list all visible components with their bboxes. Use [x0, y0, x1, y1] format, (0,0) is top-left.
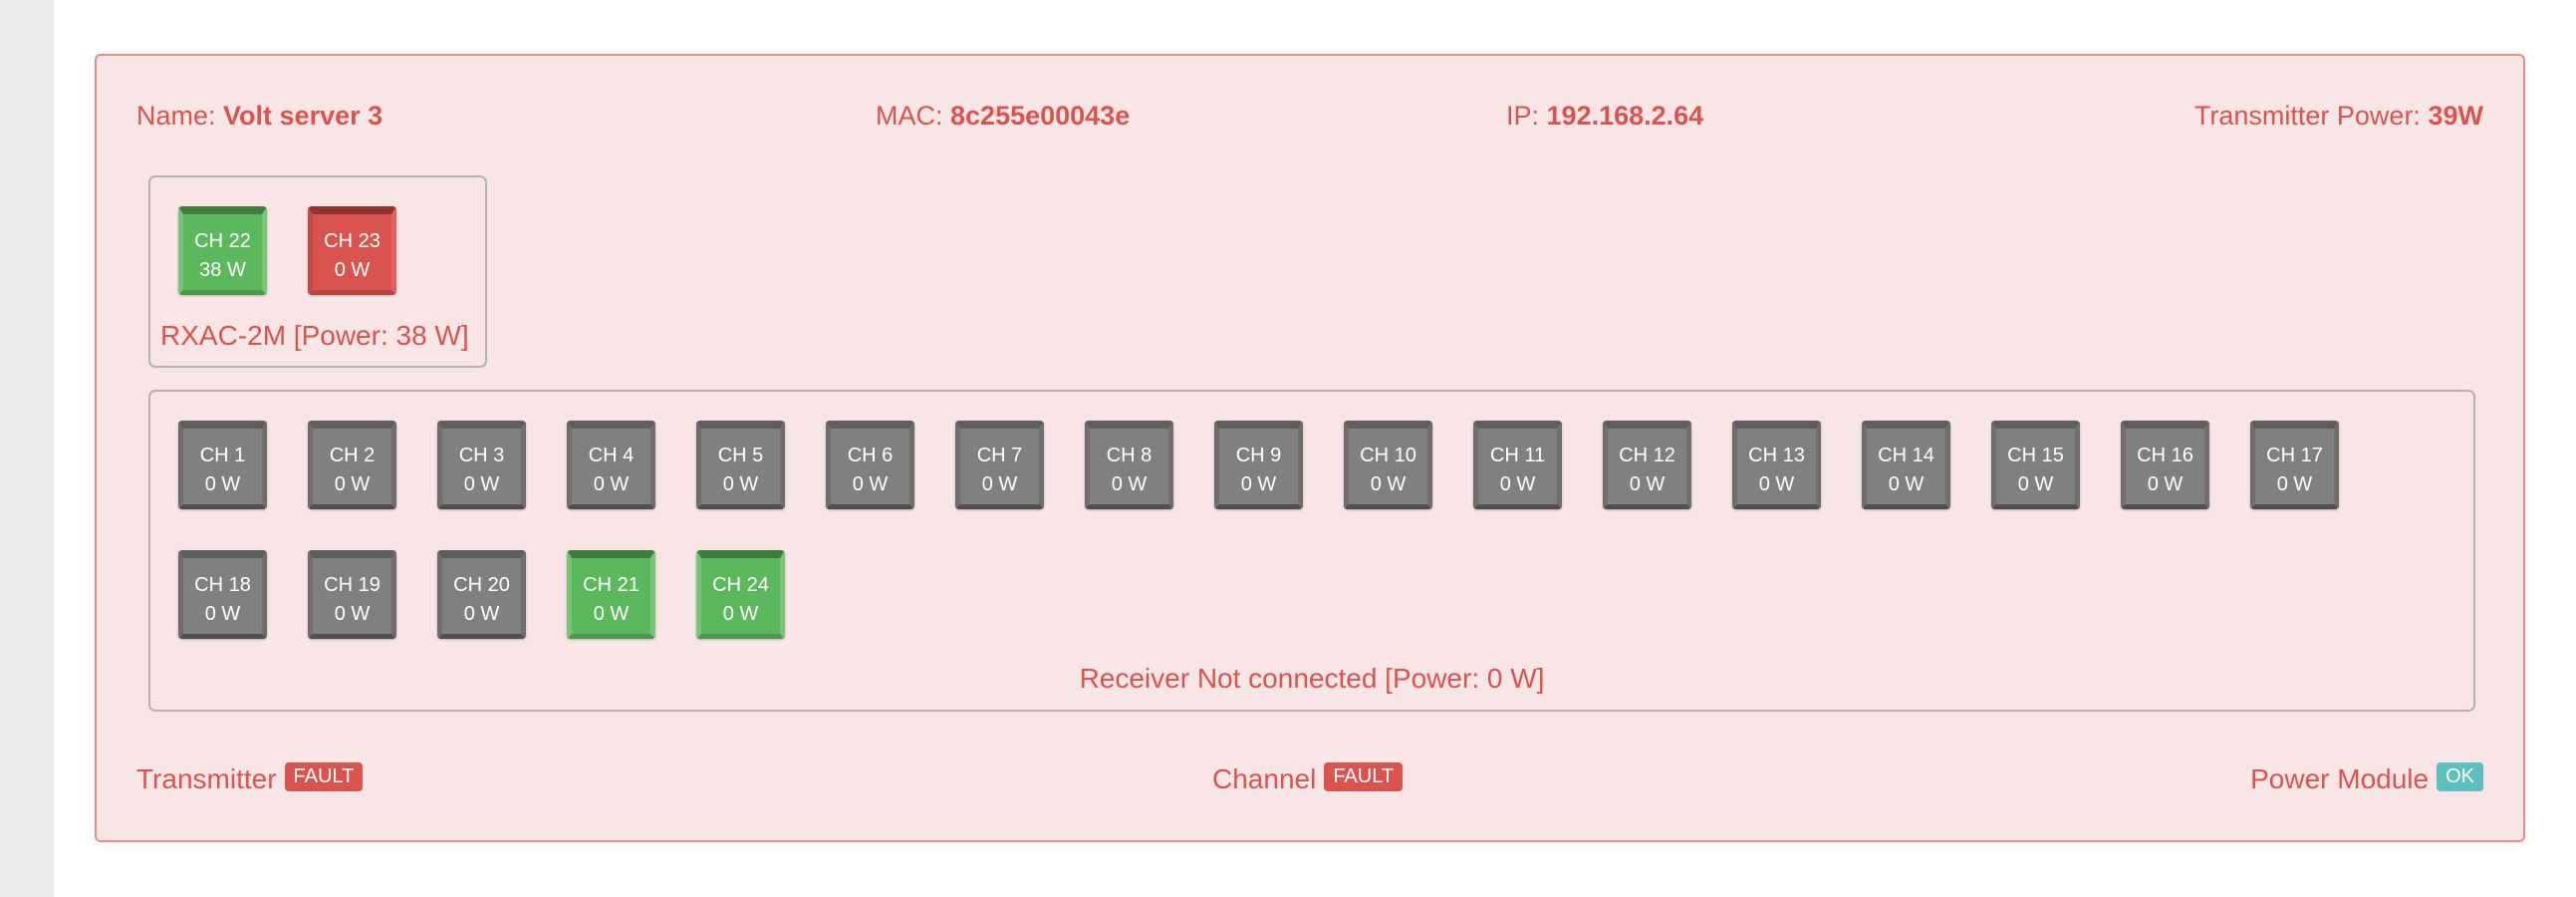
- channel-power: 0 W: [334, 603, 371, 625]
- server-name: Name: Volt server 3: [136, 101, 383, 132]
- transmitter-power: Transmitter Power: 39W: [2194, 101, 2483, 132]
- channel-power: 0 W: [2017, 473, 2054, 495]
- mac-value: 8c255e00043e: [950, 101, 1131, 131]
- channel-power: 0 W: [204, 603, 241, 625]
- server-panel: Name: Volt server 3 MAC: 8c255e00043e IP…: [95, 54, 2525, 842]
- channel-button[interactable]: CH 12 0 W: [1603, 421, 1691, 509]
- channel-button[interactable]: CH 6 0 W: [826, 421, 914, 509]
- channel-power: 0 W: [852, 473, 889, 495]
- channel-button[interactable]: CH 24 0 W: [696, 550, 785, 639]
- ip-label: IP:: [1506, 101, 1540, 131]
- power-module-status: Power Module OK: [2250, 761, 2483, 795]
- channel-button[interactable]: CH 22 38 W: [178, 206, 267, 295]
- channel-button[interactable]: CH 13 0 W: [1732, 421, 1821, 509]
- channel-power: 0 W: [593, 473, 630, 495]
- channel-name: CH 11: [1489, 445, 1546, 466]
- channel-name: CH 5: [717, 445, 764, 466]
- channel-name: CH 10: [1360, 445, 1417, 466]
- channel-name: CH 9: [1235, 445, 1282, 466]
- channel-power: 0 W: [204, 473, 241, 495]
- channel-name: CH 14: [1878, 445, 1934, 466]
- channel-name: CH 15: [2007, 445, 2064, 466]
- channel-button[interactable]: CH 15 0 W: [1991, 421, 2080, 509]
- channel-name: CH 18: [194, 574, 251, 596]
- channel-button[interactable]: CH 4 0 W: [567, 421, 655, 509]
- channel-power: 0 W: [1370, 473, 1407, 495]
- page: Name: Volt server 3 MAC: 8c255e00043e IP…: [54, 0, 2576, 897]
- status-badge: FAULT: [284, 761, 364, 791]
- channel-power: 0 W: [334, 473, 371, 495]
- ip-value: 192.168.2.64: [1546, 101, 1704, 131]
- tx-power-label: Transmitter Power:: [2193, 101, 2421, 131]
- channel-button[interactable]: CH 7 0 W: [955, 421, 1044, 509]
- transmitter-status: Transmitter FAULT: [136, 761, 364, 795]
- channel-power: 0 W: [1240, 473, 1277, 495]
- channel-button[interactable]: CH 10 0 W: [1344, 421, 1432, 509]
- status-badge: OK: [2437, 761, 2483, 791]
- channel-power: 0 W: [2147, 473, 2184, 495]
- channel-button[interactable]: CH 11 0 W: [1473, 421, 1562, 509]
- channel-power: 0 W: [722, 473, 759, 495]
- channel-name: CH 17: [2266, 445, 2323, 466]
- channel-power: 0 W: [981, 473, 1018, 495]
- channel-name: CH 16: [2137, 445, 2193, 466]
- channel-name: CH 19: [324, 574, 381, 596]
- server-mac: MAC: 8c255e00043e: [876, 101, 1130, 132]
- channel-name: CH 24: [712, 574, 769, 596]
- channel-power: 0 W: [1111, 473, 1148, 495]
- channel-name: CH 21: [583, 574, 640, 596]
- channel-status: Channel FAULT: [1212, 761, 1404, 795]
- power-module-status-label: Power Module: [2250, 763, 2430, 794]
- channel-button[interactable]: CH 1 0 W: [178, 421, 267, 509]
- channel-power: 0 W: [2276, 473, 2313, 495]
- channel-button[interactable]: CH 16 0 W: [2121, 421, 2209, 509]
- channel-name: CH 1: [199, 445, 246, 466]
- receiver-group-not-connected: Receiver Not connected [Power: 0 W] CH 1…: [148, 390, 2475, 712]
- channel-name: CH 22: [194, 230, 251, 252]
- name-value: Volt server 3: [223, 101, 384, 131]
- transmitter-status-label: Transmitter: [136, 763, 277, 794]
- server-ip: IP: 192.168.2.64: [1506, 101, 1703, 132]
- channel-name: CH 4: [588, 445, 635, 466]
- tx-power-value: 39W: [2428, 101, 2483, 131]
- channel-button[interactable]: CH 21 0 W: [567, 550, 655, 639]
- channel-power: 0 W: [1758, 473, 1795, 495]
- channel-button[interactable]: CH 5 0 W: [696, 421, 785, 509]
- channel-power: 0 W: [1888, 473, 1925, 495]
- channel-power: 0 W: [722, 603, 759, 625]
- channel-power: 0 W: [463, 473, 500, 495]
- channel-power: 0 W: [593, 603, 630, 625]
- channel-status-label: Channel: [1212, 763, 1317, 794]
- channel-name: CH 3: [458, 445, 505, 466]
- channel-name: CH 7: [976, 445, 1023, 466]
- channel-button[interactable]: CH 20 0 W: [437, 550, 526, 639]
- channel-name: CH 6: [847, 445, 894, 466]
- channel-power: 38 W: [199, 259, 246, 281]
- channel-name: CH 2: [329, 445, 376, 466]
- receiver-label: Receiver Not connected [Power: 0 W]: [1079, 663, 1545, 694]
- channel-button[interactable]: CH 2 0 W: [308, 421, 396, 509]
- status-badge: FAULT: [1324, 761, 1404, 791]
- name-label: Name:: [136, 101, 216, 131]
- channel-button[interactable]: CH 23 0 W: [308, 206, 396, 295]
- receiver-group-rxac: RXAC-2M [Power: 38 W] CH 22 38 W CH 23 0 W: [148, 175, 487, 368]
- channel-button[interactable]: CH 14 0 W: [1862, 421, 1950, 509]
- channel-name: CH 23: [324, 230, 381, 252]
- channel-button[interactable]: CH 19 0 W: [308, 550, 396, 639]
- channel-power: 0 W: [463, 603, 500, 625]
- channel-button[interactable]: CH 8 0 W: [1085, 421, 1173, 509]
- mac-label: MAC:: [876, 101, 943, 131]
- channel-name: CH 13: [1748, 445, 1805, 466]
- channel-power: 0 W: [334, 259, 371, 281]
- receiver-label: RXAC-2M [Power: 38 W]: [160, 320, 469, 351]
- channel-button[interactable]: CH 9 0 W: [1214, 421, 1303, 509]
- channel-power: 0 W: [1629, 473, 1666, 495]
- channel-name: CH 8: [1106, 445, 1153, 466]
- channel-button[interactable]: CH 17 0 W: [2250, 421, 2339, 509]
- channel-button[interactable]: CH 18 0 W: [178, 550, 267, 639]
- channel-button[interactable]: CH 3 0 W: [437, 421, 526, 509]
- channel-name: CH 12: [1619, 445, 1675, 466]
- channel-name: CH 20: [453, 574, 510, 596]
- channel-power: 0 W: [1499, 473, 1536, 495]
